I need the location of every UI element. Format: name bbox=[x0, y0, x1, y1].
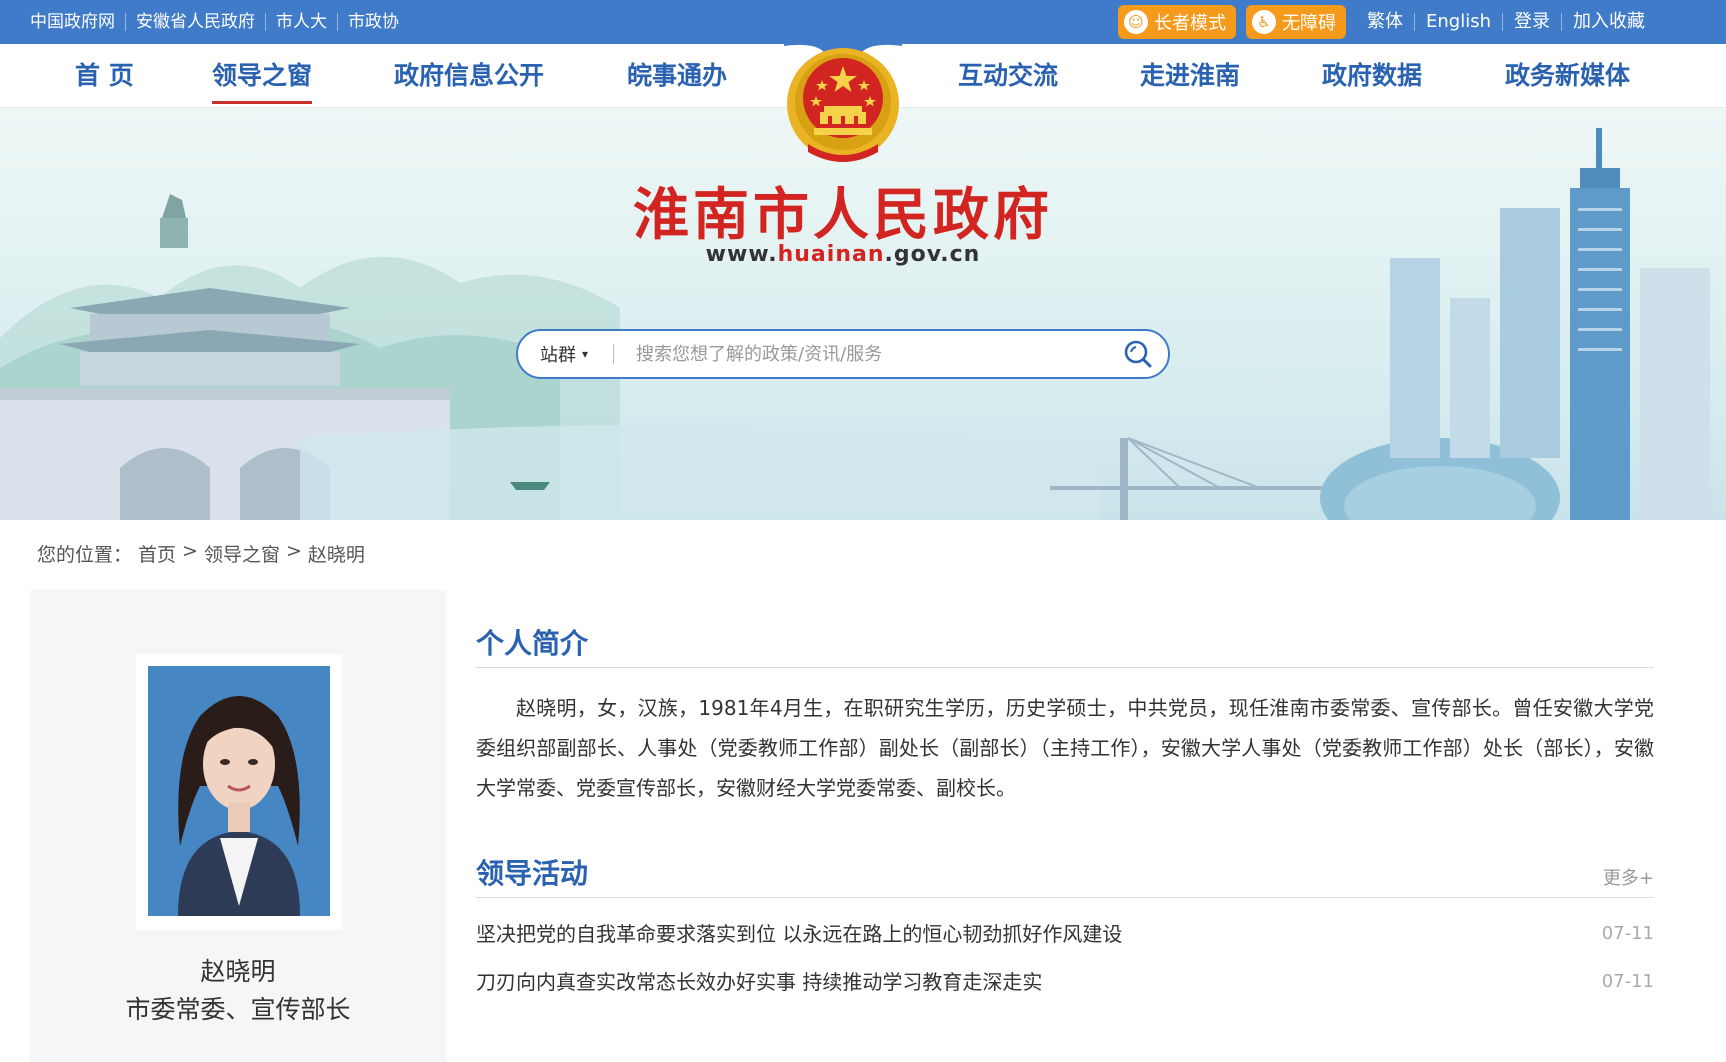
leader-profile-card: 赵晓明 市委常委、宣传部长 bbox=[30, 590, 446, 1062]
utility-links: ☺ 长者模式 ♿ 无障碍 繁体 English 登录 加入收藏 bbox=[1118, 0, 1656, 44]
nav-item-gov-info[interactable]: 政府信息公开 bbox=[394, 44, 544, 108]
activity-title: 刀刃向内真查实改常态长效办好实事 持续推动学习教育走深走实 bbox=[476, 970, 1043, 994]
activity-date: 07-11 bbox=[1601, 971, 1654, 992]
breadcrumb-label: 您的位置： bbox=[37, 544, 133, 566]
portrait-frame bbox=[136, 654, 342, 930]
activity-date: 07-11 bbox=[1601, 923, 1654, 944]
search-icon bbox=[1124, 340, 1152, 368]
intro-section: 个人简介 赵晓明，女，汉族，1981年4月生，在职研究生学历，历史学硕士，中共党… bbox=[476, 620, 1654, 808]
activity-title: 坚决把党的自我革命要求落实到位 以永远在路上的恒心韧劲抓好作风建设 bbox=[476, 922, 1123, 946]
search-bar: 站群 ▾ bbox=[516, 329, 1170, 379]
link-city-cppcc[interactable]: 市政协 bbox=[338, 13, 409, 31]
intro-text: 赵晓明，女，汉族，1981年4月生，在职研究生学历，历史学硕士，中共党员，现任淮… bbox=[476, 696, 1654, 800]
accessibility-label: 无障碍 bbox=[1282, 13, 1336, 34]
nav-item-services[interactable]: 皖事通办 bbox=[627, 44, 727, 108]
login-link[interactable]: 登录 bbox=[1503, 13, 1562, 31]
nav-item-interaction[interactable]: 互动交流 bbox=[958, 44, 1058, 108]
intro-header: 个人简介 bbox=[476, 620, 1654, 668]
breadcrumb-home[interactable]: 首页 bbox=[138, 540, 176, 567]
chevron-down-icon: ▾ bbox=[582, 347, 589, 361]
breadcrumb-section[interactable]: 领导之窗 bbox=[204, 540, 280, 567]
top-utility-bar: 中国政府网 安徽省人民政府 市人大 市政协 ☺ 长者模式 ♿ 无障碍 繁体 En… bbox=[0, 0, 1726, 44]
leader-name: 赵晓明 bbox=[200, 957, 276, 986]
activities-header: 领导活动 更多+ bbox=[476, 850, 1654, 898]
nav-item-leaders[interactable]: 领导之窗 bbox=[212, 44, 313, 108]
breadcrumb: 您的位置： 首页 > 领导之窗 > 赵晓明 bbox=[37, 540, 371, 567]
link-anhui-gov[interactable]: 安徽省人民政府 bbox=[126, 13, 266, 31]
activities-heading: 领导活动 bbox=[476, 857, 589, 890]
leader-portrait bbox=[148, 666, 330, 916]
link-city-npc[interactable]: 市人大 bbox=[266, 13, 338, 31]
accessibility-button[interactable]: ♿ 无障碍 bbox=[1246, 5, 1346, 39]
list-item[interactable]: 坚决把党的自我革命要求落实到位 以永远在路上的恒心韧劲抓好作风建设 07-11 bbox=[476, 910, 1654, 958]
nav-item-gov-data[interactable]: 政府数据 bbox=[1322, 44, 1422, 108]
site-url-suffix: .gov.cn bbox=[884, 242, 981, 267]
nav-item-about-huainan[interactable]: 走进淮南 bbox=[1140, 44, 1240, 108]
site-title: 淮南市人民政府 bbox=[633, 182, 1053, 248]
activities-section: 领导活动 更多+ 坚决把党的自我革命要求落实到位 以永远在路上的恒心韧劲抓好作风… bbox=[476, 850, 1654, 1006]
search-input[interactable] bbox=[614, 334, 1108, 374]
english-link[interactable]: English bbox=[1415, 13, 1503, 31]
breadcrumb-separator: > bbox=[285, 540, 302, 562]
national-emblem-icon bbox=[784, 40, 902, 162]
breadcrumb-separator: > bbox=[182, 540, 198, 562]
leader-position: 市委常委、宣传部长 bbox=[125, 995, 351, 1024]
portrait-illustration bbox=[148, 666, 330, 916]
search-button[interactable] bbox=[1108, 332, 1168, 376]
activities-list: 坚决把党的自我革命要求落实到位 以永远在路上的恒心韧劲抓好作风建设 07-11 … bbox=[476, 910, 1654, 1006]
search-scope-label: 站群 bbox=[540, 345, 576, 366]
link-gov-cn[interactable]: 中国政府网 bbox=[30, 13, 126, 31]
more-link[interactable]: 更多+ bbox=[1603, 864, 1654, 890]
list-item[interactable]: 刀刃向内真查实改常态长效办好实事 持续推动学习教育走深走实 07-11 bbox=[476, 958, 1654, 1006]
breadcrumb-current: 赵晓明 bbox=[307, 544, 365, 566]
external-links: 中国政府网 安徽省人民政府 市人大 市政协 bbox=[30, 0, 409, 44]
intro-heading: 个人简介 bbox=[476, 627, 589, 660]
site-url-prefix: www. bbox=[705, 242, 778, 267]
wheelchair-icon: ♿ bbox=[1252, 10, 1276, 34]
nav-item-home[interactable]: 首 页 bbox=[75, 44, 134, 108]
site-url: www.huainan.gov.cn bbox=[0, 242, 1686, 267]
elder-icon: ☺ bbox=[1124, 10, 1148, 34]
site-url-highlight: huainan bbox=[777, 242, 885, 267]
traditional-chinese-link[interactable]: 繁体 bbox=[1356, 13, 1415, 31]
nav-item-new-media[interactable]: 政务新媒体 bbox=[1505, 44, 1630, 108]
elder-mode-label: 长者模式 bbox=[1154, 13, 1226, 34]
search-scope-dropdown[interactable]: 站群 ▾ bbox=[518, 344, 614, 366]
add-favorite-link[interactable]: 加入收藏 bbox=[1562, 13, 1656, 31]
elder-mode-button[interactable]: ☺ 长者模式 bbox=[1118, 5, 1236, 39]
